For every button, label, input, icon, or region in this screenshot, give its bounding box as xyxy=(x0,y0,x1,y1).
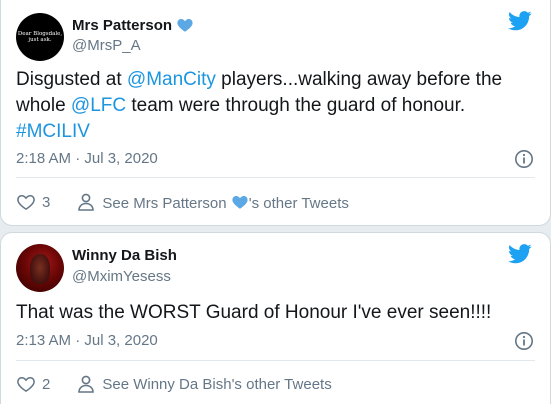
like-count: 3 xyxy=(42,193,51,211)
divider xyxy=(16,177,535,178)
like-count: 2 xyxy=(42,375,51,393)
avatar[interactable]: Dear Blogsdale, just ask. xyxy=(16,13,64,61)
avatar[interactable] xyxy=(16,244,64,292)
mention-link[interactable]: @ManCity xyxy=(127,69,216,90)
divider xyxy=(16,360,535,361)
author-name-row[interactable]: Winny Da Bish xyxy=(72,247,177,264)
avatar-text: just ask. xyxy=(28,37,52,43)
blue-heart-icon xyxy=(177,19,193,32)
like-button[interactable]: 3 xyxy=(16,192,50,212)
twitter-bird-icon[interactable] xyxy=(508,11,532,31)
other-tweets-link[interactable]: See Winny Da Bish's other Tweets xyxy=(76,374,332,394)
tweet-card[interactable]: Winny Da Bish @MximYesess That was the W… xyxy=(0,232,551,404)
action-bar: 3 See Mrs Patterson 's other Tweets xyxy=(16,192,349,212)
other-tweets-prefix: See Mrs Patterson xyxy=(102,194,227,212)
other-tweets-label[interactable]: See Winny Da Bish's other Tweets xyxy=(102,376,331,393)
mention-link[interactable]: @LFC xyxy=(71,95,126,116)
info-icon[interactable] xyxy=(514,149,534,169)
heart-outline-icon xyxy=(17,194,35,210)
author-name[interactable]: Mrs Patterson xyxy=(72,17,172,34)
heart-outline-icon xyxy=(17,376,35,392)
twitter-bird-icon[interactable] xyxy=(508,244,532,264)
other-tweets-link[interactable]: See Mrs Patterson 's other Tweets xyxy=(76,192,349,212)
tweet-card[interactable]: Dear Blogsdale, just ask. Mrs Patterson … xyxy=(0,0,551,226)
tweet-text: Disgusted at @ManCity players...walking … xyxy=(16,67,530,145)
author-handle[interactable]: @MximYesess xyxy=(72,268,171,285)
blue-heart-icon xyxy=(232,195,248,209)
avatar-face xyxy=(30,254,50,284)
author-handle[interactable]: @MrsP_A xyxy=(72,37,141,54)
info-icon[interactable] xyxy=(514,331,534,351)
hashtag-link[interactable]: #MCILIV xyxy=(16,121,90,142)
author-name[interactable]: Winny Da Bish xyxy=(72,247,177,264)
author-name-row[interactable]: Mrs Patterson xyxy=(72,16,194,34)
like-button[interactable]: 2 xyxy=(16,374,50,394)
other-tweets-suffix: 's other Tweets xyxy=(248,194,349,212)
person-icon xyxy=(78,375,95,393)
tweet-text: That was the WORST Guard of Honour I've … xyxy=(16,302,492,323)
timestamp[interactable]: 2:18 AM · Jul 3, 2020 xyxy=(16,150,158,167)
person-icon xyxy=(78,193,95,211)
tweet-text-segment: team were through the guard of honour. xyxy=(126,95,466,116)
action-bar: 2 See Winny Da Bish's other Tweets xyxy=(16,374,332,394)
tweet-text-segment: Disgusted at xyxy=(16,69,127,90)
other-tweets-label[interactable]: See Mrs Patterson 's other Tweets xyxy=(102,193,349,212)
timestamp[interactable]: 2:13 AM · Jul 3, 2020 xyxy=(16,332,158,349)
